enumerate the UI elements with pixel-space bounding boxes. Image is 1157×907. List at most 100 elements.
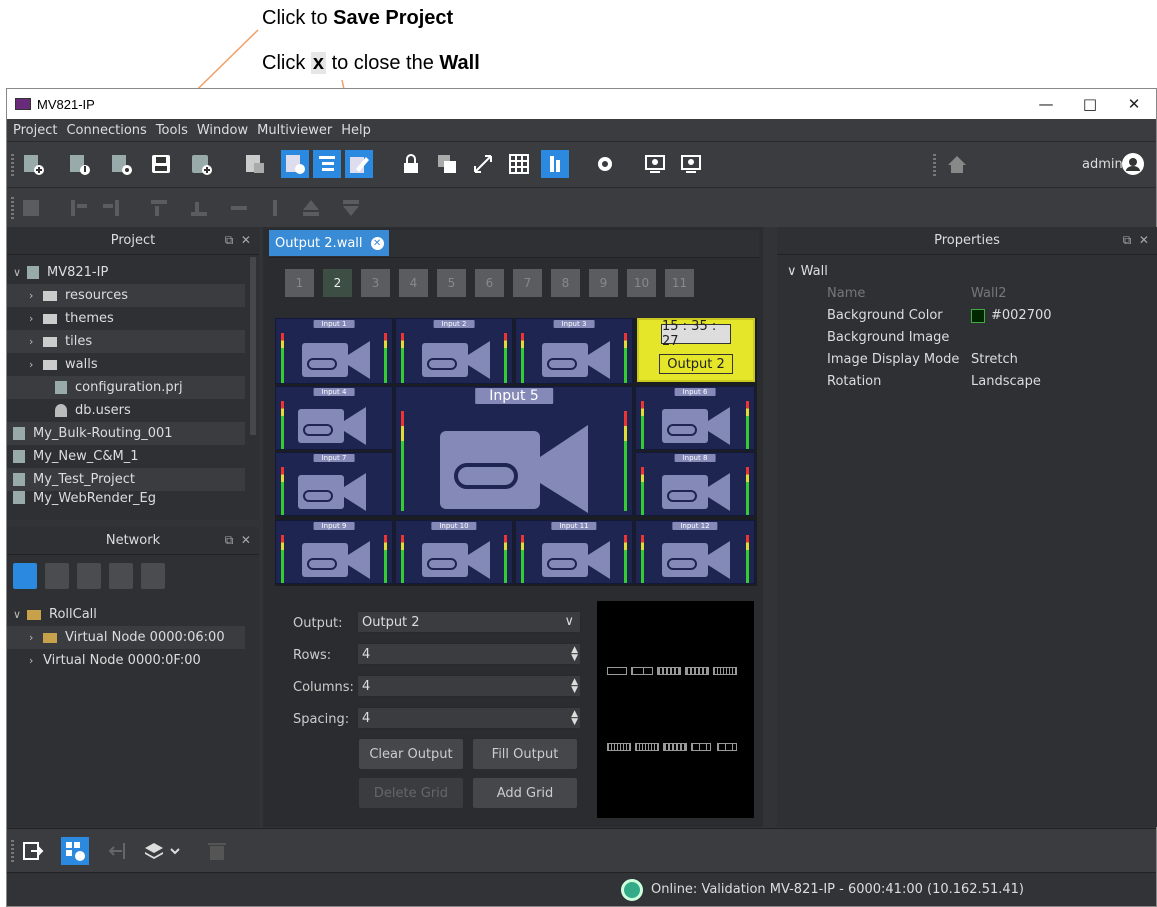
add-grid-button[interactable]: Add Grid [473, 778, 577, 808]
menu-project[interactable]: Project [13, 123, 57, 138]
panel-float-close-icons[interactable]: ⧉ ✕ [225, 233, 251, 248]
layer-button[interactable] [433, 150, 461, 178]
save-as-button[interactable] [187, 150, 215, 178]
home-button[interactable] [943, 150, 971, 178]
tree-item-db-users[interactable]: db.users [7, 399, 245, 422]
edit-mode-button[interactable] [345, 150, 373, 178]
rows-spinbox[interactable]: 4 ▲ ▼ [357, 643, 581, 665]
fill-output-button[interactable]: Fill Output [473, 739, 577, 769]
layout-preset-5x5[interactable] [713, 667, 737, 675]
layout-preset-4x4[interactable] [685, 667, 709, 675]
tree-root-project[interactable]: ∨ MV821-IP [7, 261, 245, 284]
delete-button[interactable] [203, 837, 231, 865]
tree-item-walls[interactable]: › walls [7, 353, 245, 376]
tile-input-1[interactable]: Input 1 [275, 318, 393, 384]
fullscreen-button[interactable] [469, 150, 497, 178]
menu-tools[interactable]: Tools [156, 123, 188, 138]
menu-help[interactable]: Help [341, 123, 371, 138]
wall-canvas[interactable]: Input 1 Input 2 Input 3 15 : 35 : 27 Out… [275, 318, 757, 586]
tile-input-6[interactable]: Input 6 [635, 386, 755, 450]
tree-item-tiles[interactable]: › tiles [7, 330, 245, 353]
grid-button-10[interactable]: 10 [627, 269, 656, 297]
new-project-button[interactable] [19, 150, 47, 178]
spinner-arrows-icon[interactable]: ▲ ▼ [571, 678, 578, 695]
exit-button[interactable] [19, 837, 47, 865]
layout-preset-7[interactable] [635, 743, 659, 751]
menu-connections[interactable]: Connections [66, 123, 146, 138]
tile-input-10[interactable]: Input 10 [395, 520, 513, 584]
tile-input-8[interactable]: Input 8 [635, 452, 755, 516]
layout-preset-1x1[interactable] [607, 667, 627, 675]
grid-button-3[interactable]: 3 [361, 269, 390, 297]
network-collapse-button[interactable] [77, 563, 101, 589]
panel-float-close-icons[interactable]: ⧉ ✕ [225, 533, 251, 548]
columns-spinbox[interactable]: 4 ▲ ▼ [357, 675, 581, 697]
network-tree-button[interactable] [109, 563, 133, 589]
grid-button[interactable] [505, 150, 533, 178]
output-tile[interactable]: 15 : 35 : 27 Output 2 [637, 318, 755, 382]
toolbar-grip[interactable] [933, 154, 936, 176]
layer-dropdown-button[interactable] [141, 837, 185, 865]
layout-preset-6[interactable] [607, 743, 631, 751]
layout-preset-2x2[interactable] [631, 667, 653, 675]
layout-preset-8[interactable] [663, 743, 687, 751]
tile-input-12[interactable]: Input 12 [635, 520, 755, 584]
panel-float-close-icons[interactable]: ⧉ ✕ [1123, 233, 1149, 248]
spinner-arrows-icon[interactable]: ▲ ▼ [571, 710, 578, 727]
tile-input-5[interactable]: Input 5 [395, 386, 633, 516]
project-scrollbar[interactable] [250, 257, 256, 435]
network-list-button[interactable] [141, 563, 165, 589]
tree-project-1[interactable]: My_Bulk-Routing_001 [7, 422, 245, 445]
back-button[interactable] [103, 837, 131, 865]
grid-button-7[interactable]: 7 [513, 269, 542, 297]
close-window-button[interactable]: ✕ [1112, 89, 1156, 119]
menu-multiviewer[interactable]: Multiviewer [257, 123, 332, 138]
toolbar-grip[interactable] [11, 840, 14, 862]
download-button[interactable] [677, 150, 705, 178]
prop-value[interactable]: Stretch [971, 352, 1018, 367]
tree-root-rollcall[interactable]: ∨ RollCall [7, 603, 245, 626]
add-tile-button[interactable] [61, 837, 89, 865]
tree-node-2[interactable]: › Virtual Node 0000:0F:00 [7, 649, 245, 672]
tile-input-4[interactable]: Input 4 [275, 386, 393, 450]
prop-value[interactable]: #002700 [991, 308, 1052, 323]
grid-button-9[interactable]: 9 [589, 269, 618, 297]
grid-button-4[interactable]: 4 [399, 269, 428, 297]
network-expand-button[interactable] [45, 563, 69, 589]
properties-section-wall[interactable]: ∨ Wall [787, 264, 828, 279]
grid-button-1[interactable]: 1 [285, 269, 314, 297]
tab-output-2-wall[interactable]: Output 2.wall ✕ [269, 230, 389, 256]
spinner-arrows-icon[interactable]: ▲ ▼ [571, 646, 578, 663]
upload-button[interactable] [641, 150, 669, 178]
menu-window[interactable]: Window [197, 123, 248, 138]
properties-button[interactable] [241, 150, 269, 178]
tile-input-9[interactable]: Input 9 [275, 520, 393, 584]
delete-grid-button[interactable]: Delete Grid [359, 778, 463, 808]
tree-item-resources[interactable]: › resources [7, 284, 245, 307]
settings-button[interactable] [591, 150, 619, 178]
audio-meter-button[interactable] [541, 150, 569, 178]
color-swatch[interactable] [971, 309, 985, 323]
toolbar-grip[interactable] [11, 197, 14, 219]
maximize-button[interactable]: □ [1068, 89, 1112, 119]
user-account-button[interactable] [1119, 150, 1147, 178]
tree-project-4[interactable]: My_WebRender_Eg [7, 491, 245, 505]
project-view-button[interactable] [281, 150, 309, 178]
close-tab-icon[interactable]: ✕ [370, 236, 384, 250]
layout-preset-10[interactable] [717, 743, 737, 751]
layout-preset-3x3[interactable] [657, 667, 681, 675]
network-view-eye-button[interactable] [13, 563, 37, 589]
grid-button-6[interactable]: 6 [475, 269, 504, 297]
minimize-button[interactable]: — [1024, 89, 1068, 119]
network-view-button[interactable] [313, 150, 341, 178]
grid-button-11[interactable]: 11 [665, 269, 694, 297]
tree-node-1[interactable]: › Virtual Node 0000:06:00 [7, 626, 245, 649]
tile-input-7[interactable]: Input 7 [275, 452, 393, 516]
lock-button[interactable] [397, 150, 425, 178]
tree-item-configuration[interactable]: configuration.prj [7, 376, 245, 399]
tile-input-3[interactable]: Input 3 [515, 318, 633, 384]
grid-layout-presets[interactable] [597, 601, 754, 818]
tree-project-3[interactable]: My_Test_Project [7, 468, 245, 491]
grid-button-5[interactable]: 5 [437, 269, 466, 297]
clear-output-button[interactable]: Clear Output [359, 739, 463, 769]
